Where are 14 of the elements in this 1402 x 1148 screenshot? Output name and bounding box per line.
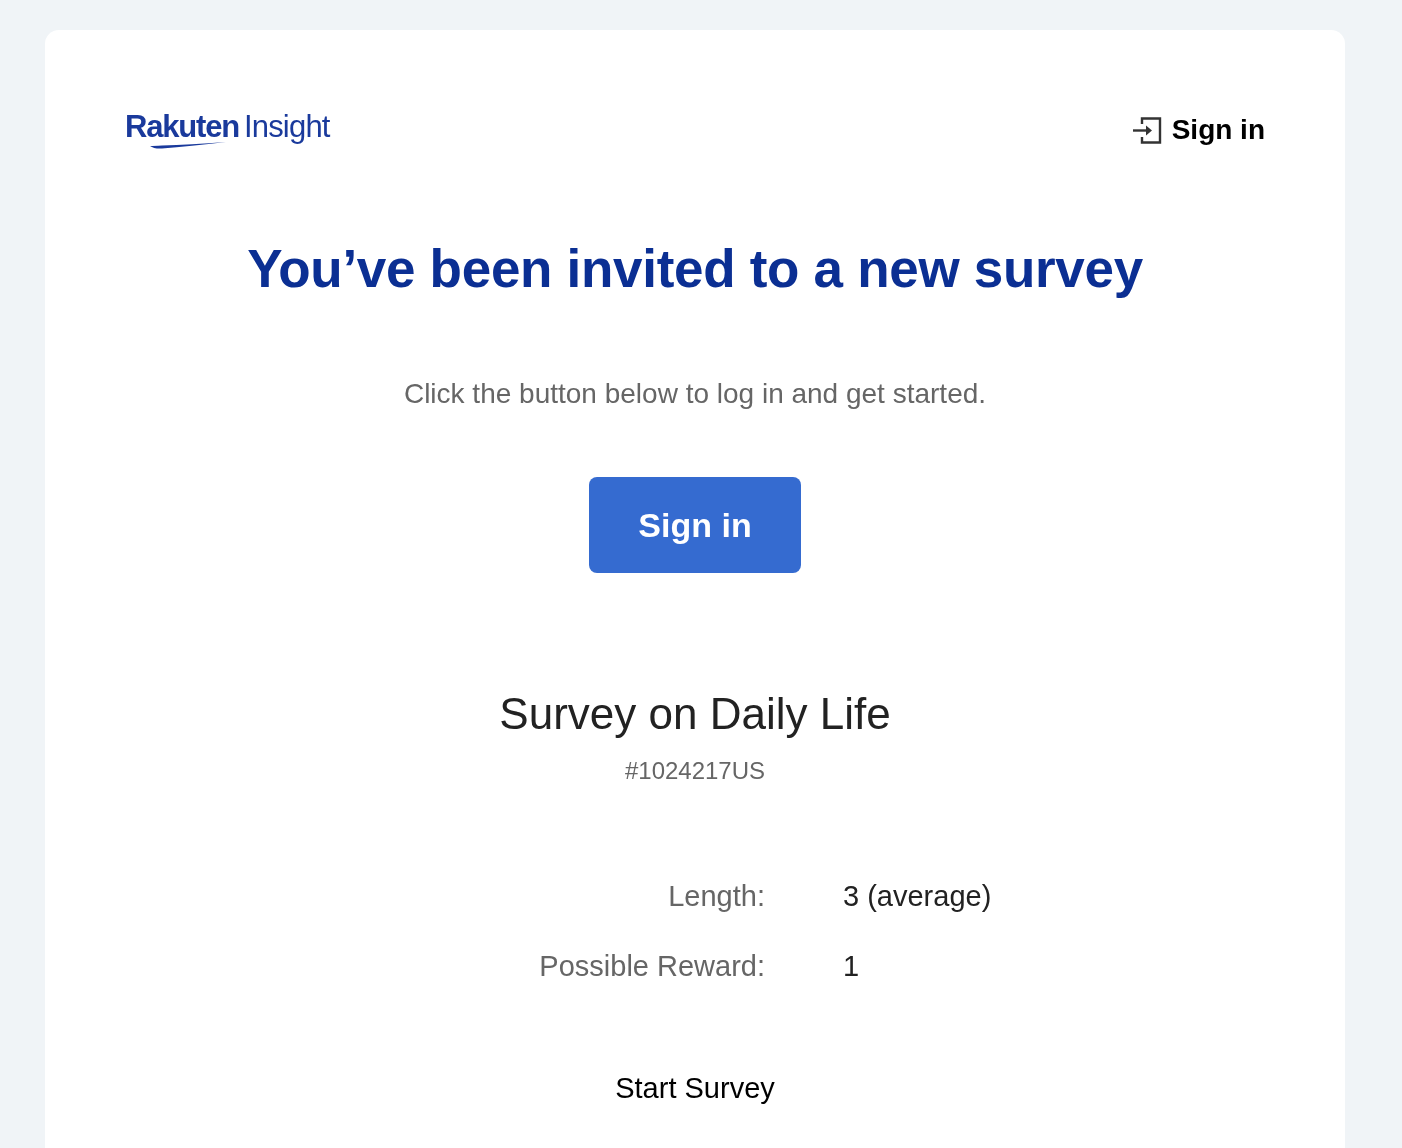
detail-value: 3 (average): [843, 879, 992, 913]
invitation-heading: You’ve been invited to a new survey: [247, 238, 1143, 300]
invitation-message: Click the button below to log in and get started.: [403, 377, 987, 411]
detail-value: 1: [843, 949, 860, 983]
start-survey-link[interactable]: Start Survey: [615, 1071, 775, 1105]
logo-brand-text: Rakuten: [125, 111, 239, 143]
logo-product-text: Insight: [243, 111, 330, 143]
detail-label: Possible Reward:: [539, 949, 765, 983]
sign-in-button[interactable]: Sign in: [589, 477, 801, 573]
survey-title: Survey on Daily Life: [499, 688, 891, 740]
sign-in-link[interactable]: Sign in: [1132, 113, 1265, 147]
sign-in-icon: [1132, 115, 1162, 145]
detail-label: Length:: [668, 879, 765, 913]
survey-id: #1024217US: [624, 757, 766, 785]
